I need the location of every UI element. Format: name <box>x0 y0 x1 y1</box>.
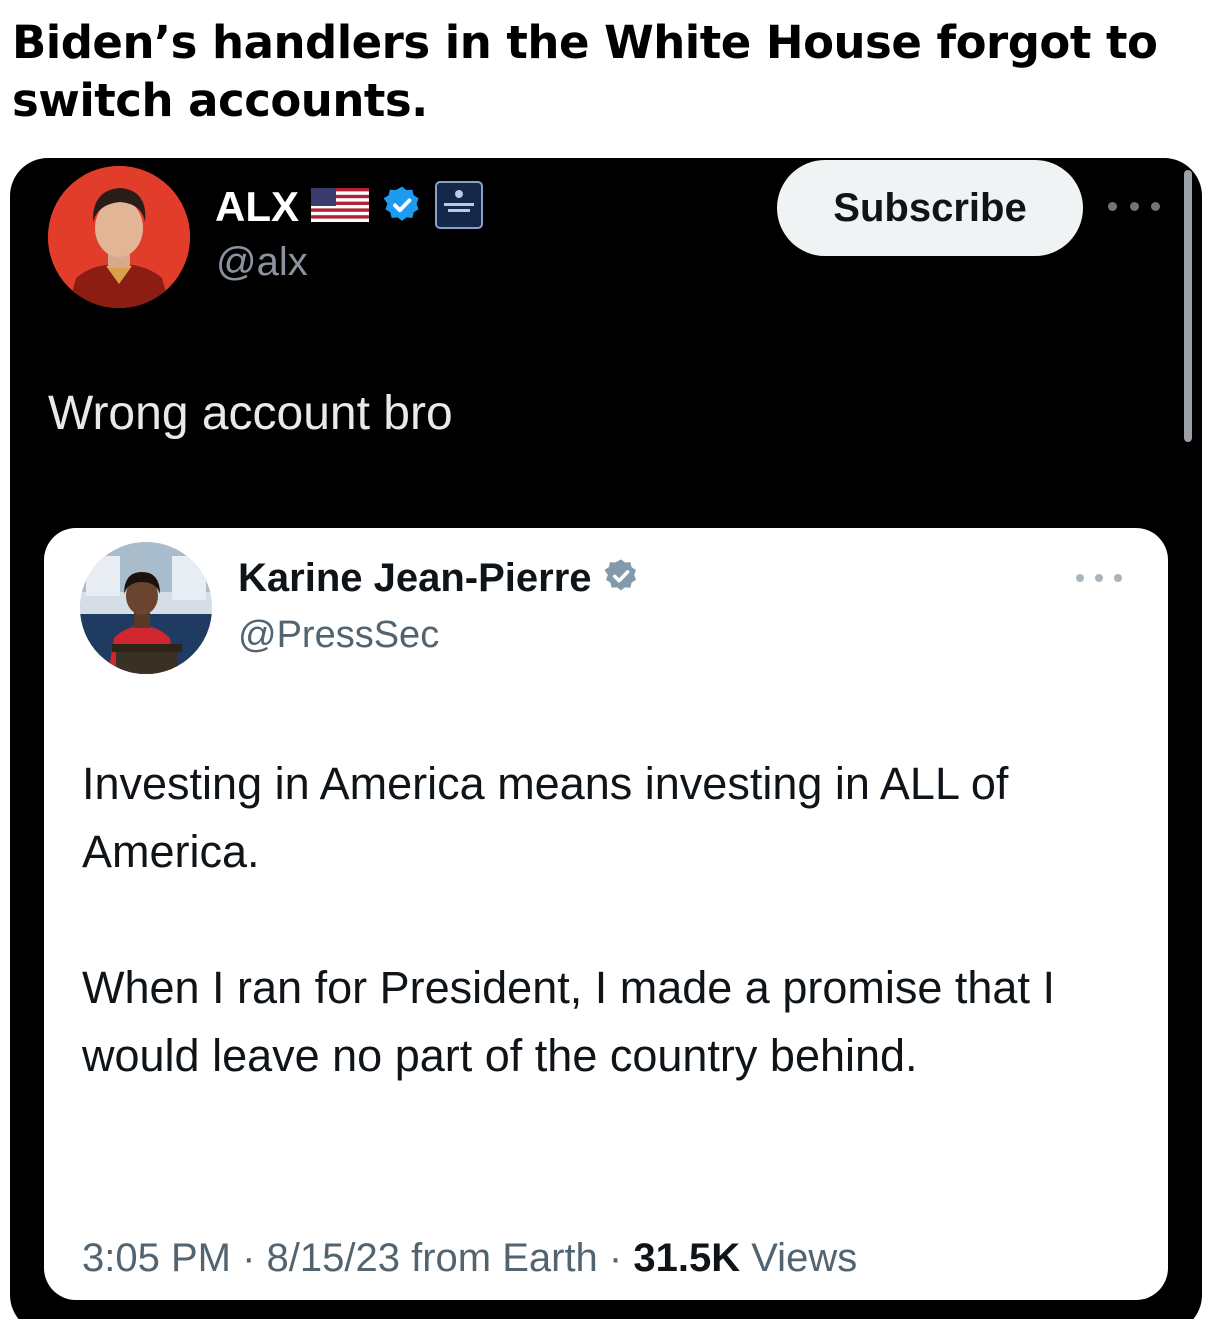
subscribe-button[interactable]: Subscribe <box>777 160 1083 256</box>
alx-display-name[interactable]: ALX <box>215 183 299 231</box>
more-options-icon[interactable] <box>1108 196 1160 216</box>
quoted-paragraph: When I ran for President, I made a promi… <box>82 962 1055 1081</box>
tweet-card: ALX @alx Subscribe Wrong account bro Kar… <box>10 158 1202 1319</box>
meta-separator: · <box>597 1236 634 1280</box>
meta-separator: · <box>230 1236 267 1280</box>
quoted-tweet-text: Investing in America means investing in … <box>82 750 1142 1158</box>
alx-avatar[interactable] <box>48 166 190 308</box>
alx-handle[interactable]: @alx <box>216 240 308 285</box>
quoted-paragraph: Investing in America means investing in … <box>82 758 1009 877</box>
us-flag-icon <box>311 187 369 227</box>
kjp-display-name[interactable]: Karine Jean-Pierre <box>238 556 592 601</box>
views-label: Views <box>740 1236 858 1280</box>
scrollbar[interactable] <box>1184 170 1192 442</box>
kjp-avatar[interactable] <box>80 542 212 674</box>
kjp-name-row: Karine Jean-Pierre <box>238 552 640 604</box>
tweet-meta: 3:05 PM · 8/15/23 from Earth · 31.5K Vie… <box>82 1236 857 1281</box>
kjp-handle[interactable]: @PressSec <box>238 614 439 657</box>
tweet-date-source: 8/15/23 from Earth <box>266 1236 598 1280</box>
quoted-more-options-icon[interactable] <box>1076 570 1122 586</box>
tweet-time[interactable]: 3:05 PM <box>82 1236 231 1280</box>
views-count: 31.5K <box>633 1236 741 1280</box>
gov-verified-badge-icon <box>602 557 640 600</box>
affiliate-badge-icon[interactable] <box>435 180 483 234</box>
meme-caption: Biden’s handlers in the White House forg… <box>12 16 1158 127</box>
tweet-text: Wrong account bro <box>48 387 453 440</box>
alx-name-row: ALX <box>215 180 483 234</box>
quoted-tweet-card[interactable]: Karine Jean-Pierre @PressSec Investing i… <box>44 528 1168 1300</box>
verified-badge-icon <box>381 184 423 231</box>
